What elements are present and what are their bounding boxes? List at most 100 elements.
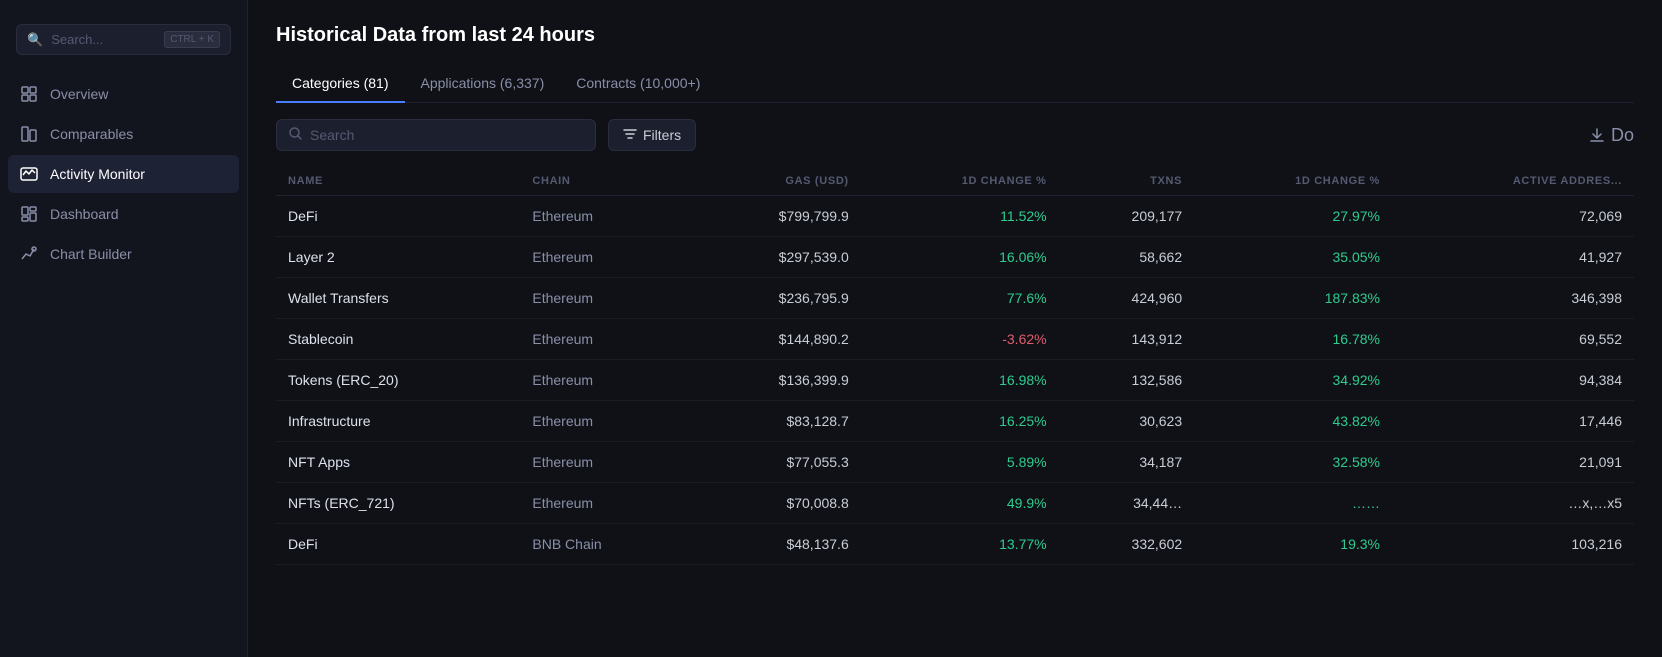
sidebar: 🔍 Search... CTRL + K Overview <box>0 0 248 657</box>
cell-change-gas: 49.9% <box>861 483 1059 524</box>
table-row[interactable]: Tokens (ERC_20) Ethereum $136,399.9 16.9… <box>276 360 1634 401</box>
overview-icon <box>20 85 38 103</box>
cell-name: Infrastructure <box>276 401 520 442</box>
download-label: Do <box>1611 125 1634 146</box>
col-header-name[interactable]: NAME <box>276 167 520 196</box>
tab-categories[interactable]: Categories (81) <box>276 67 405 103</box>
cell-change-gas: 77.6% <box>861 278 1059 319</box>
cell-change-txns: 34.92% <box>1194 360 1392 401</box>
cell-txns: 424,960 <box>1059 278 1195 319</box>
sidebar-nav: Overview Comparables Activity Monitor <box>0 75 247 273</box>
cell-txns: 30,623 <box>1059 401 1195 442</box>
cell-chain: Ethereum <box>520 319 689 360</box>
cell-change-txns: 43.82% <box>1194 401 1392 442</box>
filters-icon <box>623 128 637 143</box>
sidebar-search-placeholder: Search... <box>51 32 156 47</box>
sidebar-item-comparables[interactable]: Comparables <box>8 115 239 153</box>
cell-txns: 132,586 <box>1059 360 1195 401</box>
table-row[interactable]: Layer 2 Ethereum $297,539.0 16.06% 58,66… <box>276 237 1634 278</box>
cell-chain: Ethereum <box>520 196 689 237</box>
cell-change-gas: 13.77% <box>861 524 1059 565</box>
cell-change-gas: -3.62% <box>861 319 1059 360</box>
cell-gas: $297,539.0 <box>690 237 861 278</box>
cell-gas: $70,008.8 <box>690 483 861 524</box>
col-header-active-addresses[interactable]: ACTIVE ADDRES... <box>1392 167 1634 196</box>
sidebar-item-dashboard[interactable]: Dashboard <box>8 195 239 233</box>
comparables-icon <box>20 125 38 143</box>
dashboard-icon <box>20 205 38 223</box>
sidebar-item-label-activity-monitor: Activity Monitor <box>50 166 145 182</box>
cell-gas: $48,137.6 <box>690 524 861 565</box>
cell-active-addresses: 21,091 <box>1392 442 1634 483</box>
cell-change-txns: 187.83% <box>1194 278 1392 319</box>
cell-name: DeFi <box>276 196 520 237</box>
cell-chain: Ethereum <box>520 278 689 319</box>
data-table: NAME CHAIN GAS (USD) 1D CHANGE % TXNS 1D… <box>276 167 1634 565</box>
table-row[interactable]: DeFi Ethereum $799,799.9 11.52% 209,177 … <box>276 196 1634 237</box>
table-row[interactable]: NFT Apps Ethereum $77,055.3 5.89% 34,187… <box>276 442 1634 483</box>
sidebar-item-chart-builder[interactable]: Chart Builder <box>8 235 239 273</box>
cell-chain: BNB Chain <box>520 524 689 565</box>
cell-gas: $799,799.9 <box>690 196 861 237</box>
search-input[interactable] <box>310 127 583 143</box>
sidebar-item-label-dashboard: Dashboard <box>50 206 119 222</box>
cell-chain: Ethereum <box>520 442 689 483</box>
cell-gas: $144,890.2 <box>690 319 861 360</box>
cell-name: Stablecoin <box>276 319 520 360</box>
cell-txns: 209,177 <box>1059 196 1195 237</box>
cell-change-gas: 5.89% <box>861 442 1059 483</box>
col-header-chain[interactable]: CHAIN <box>520 167 689 196</box>
col-header-change-gas[interactable]: 1D CHANGE % <box>861 167 1059 196</box>
cell-chain: Ethereum <box>520 237 689 278</box>
toolbar: Filters Do <box>276 119 1634 151</box>
sidebar-item-overview[interactable]: Overview <box>8 75 239 113</box>
cell-active-addresses: 103,216 <box>1392 524 1634 565</box>
activity-monitor-icon <box>20 165 38 183</box>
cell-gas: $83,128.7 <box>690 401 861 442</box>
cell-change-txns: 32.58% <box>1194 442 1392 483</box>
table-row[interactable]: Wallet Transfers Ethereum $236,795.9 77.… <box>276 278 1634 319</box>
filters-button[interactable]: Filters <box>608 119 696 151</box>
tab-contracts[interactable]: Contracts (10,000+) <box>560 67 716 103</box>
col-header-txns[interactable]: TXNS <box>1059 167 1195 196</box>
cell-active-addresses: 69,552 <box>1392 319 1634 360</box>
col-header-gas[interactable]: GAS (USD) <box>690 167 861 196</box>
cell-name: Tokens (ERC_20) <box>276 360 520 401</box>
sidebar-item-label-overview: Overview <box>50 86 108 102</box>
download-button[interactable]: Do <box>1589 125 1634 146</box>
sidebar-search-shortcut: CTRL + K <box>164 31 220 48</box>
cell-change-gas: 16.25% <box>861 401 1059 442</box>
tabs-bar: Categories (81) Applications (6,337) Con… <box>276 67 1634 103</box>
main-content: Historical Data from last 24 hours Categ… <box>248 0 1662 657</box>
cell-gas: $136,399.9 <box>690 360 861 401</box>
cell-change-txns: 27.97% <box>1194 196 1392 237</box>
tab-applications[interactable]: Applications (6,337) <box>405 67 561 103</box>
cell-active-addresses: 17,446 <box>1392 401 1634 442</box>
cell-active-addresses: 41,927 <box>1392 237 1634 278</box>
sidebar-item-label-comparables: Comparables <box>50 126 133 142</box>
col-header-change-txns[interactable]: 1D CHANGE % <box>1194 167 1392 196</box>
cell-change-txns: 35.05% <box>1194 237 1392 278</box>
cell-change-gas: 11.52% <box>861 196 1059 237</box>
sidebar-item-activity-monitor[interactable]: Activity Monitor <box>8 155 239 193</box>
filters-label: Filters <box>643 127 681 143</box>
table-row[interactable]: Stablecoin Ethereum $144,890.2 -3.62% 14… <box>276 319 1634 360</box>
cell-name: NFTs (ERC_721) <box>276 483 520 524</box>
table-row[interactable]: DeFi BNB Chain $48,137.6 13.77% 332,602 … <box>276 524 1634 565</box>
cell-change-gas: 16.98% <box>861 360 1059 401</box>
cell-active-addresses: 346,398 <box>1392 278 1634 319</box>
sidebar-search[interactable]: 🔍 Search... CTRL + K <box>16 24 231 55</box>
search-box[interactable] <box>276 119 596 151</box>
cell-name: NFT Apps <box>276 442 520 483</box>
cell-chain: Ethereum <box>520 483 689 524</box>
cell-txns: 58,662 <box>1059 237 1195 278</box>
cell-gas: $77,055.3 <box>690 442 861 483</box>
cell-active-addresses: 72,069 <box>1392 196 1634 237</box>
cell-active-addresses: …x,…x5 <box>1392 483 1634 524</box>
table-row[interactable]: NFTs (ERC_721) Ethereum $70,008.8 49.9% … <box>276 483 1634 524</box>
table-row[interactable]: Infrastructure Ethereum $83,128.7 16.25%… <box>276 401 1634 442</box>
search-box-icon <box>289 127 302 143</box>
cell-chain: Ethereum <box>520 360 689 401</box>
cell-name: DeFi <box>276 524 520 565</box>
cell-txns: 34,44… <box>1059 483 1195 524</box>
